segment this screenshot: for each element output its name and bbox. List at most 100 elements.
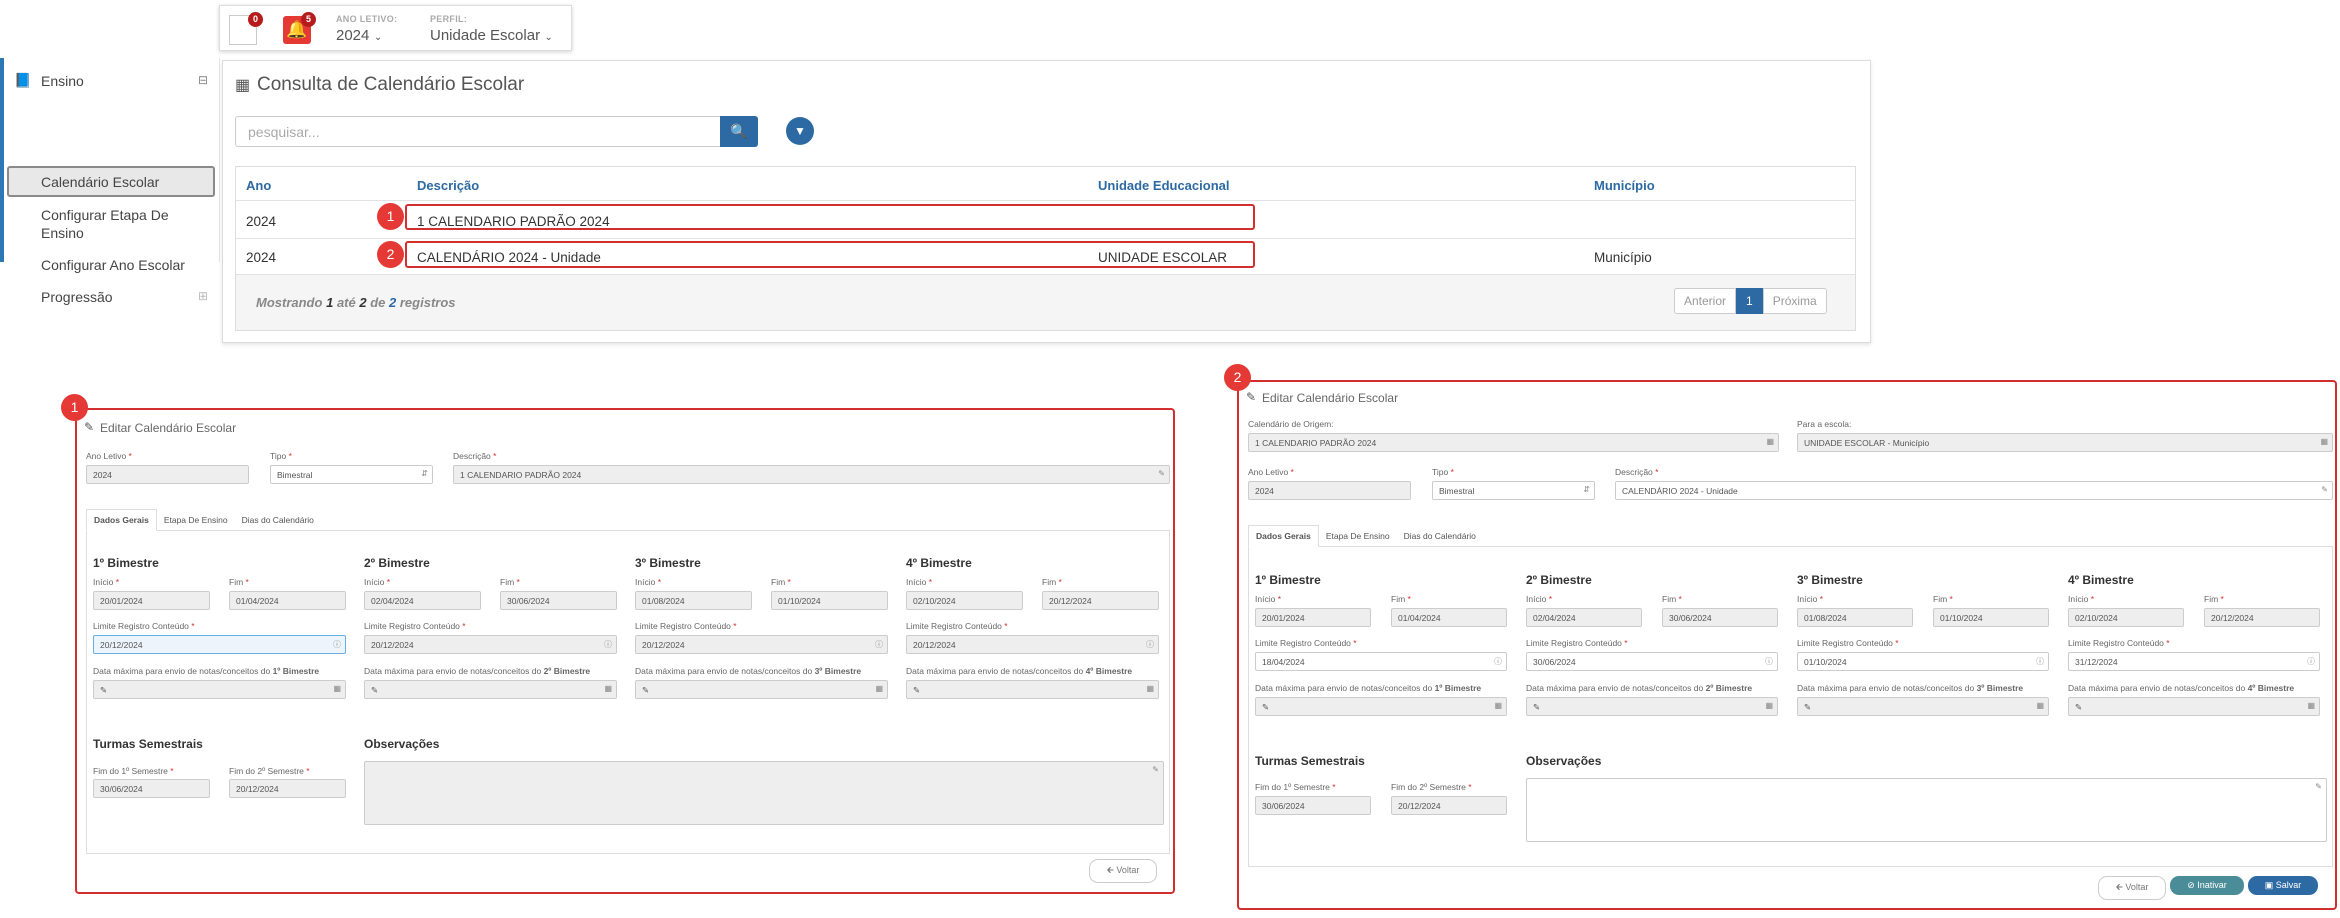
inicio-label: Início * (635, 577, 662, 587)
fim-1-semestre-input[interactable]: 30/06/2024 (1255, 796, 1371, 815)
sidebar-item-calendario-escolar[interactable]: Calendário Escolar (41, 174, 159, 190)
fim-input[interactable]: 01/04/2024 (1391, 608, 1507, 627)
data-maxima-input[interactable]: ✎ ▦ (1526, 697, 1778, 716)
limite-input[interactable]: 20/12/2024 ⓘ (906, 635, 1159, 654)
inicio-input[interactable]: 01/08/2024 (635, 591, 752, 610)
fim-input[interactable]: 20/12/2024 (2204, 608, 2320, 627)
perfil-select[interactable]: Unidade Escolar ⌄ (430, 27, 553, 45)
fim-input[interactable]: 20/12/2024 (1042, 591, 1159, 610)
voltar-button[interactable]: 🡰 Voltar (1089, 859, 1157, 883)
sidebar-item-configurar-etapa[interactable]: Configurar Etapa De Ensino (41, 206, 181, 242)
fim-1-semestre-input[interactable]: 30/06/2024 (93, 779, 210, 798)
sidebar-item-configurar-ano[interactable]: Configurar Ano Escolar (41, 257, 185, 273)
pencil-icon: ✎ (2321, 485, 2328, 494)
tipo-select[interactable]: Bimestral ⇵ (270, 465, 433, 484)
tab-dados-gerais[interactable]: Dados Gerais (86, 509, 157, 531)
inicio-input[interactable]: 20/01/2024 (1255, 608, 1371, 627)
data-maxima-input[interactable]: ✎ ▦ (906, 680, 1159, 699)
info-icon: ⓘ (1494, 657, 1502, 666)
fim-input[interactable]: 30/06/2024 (500, 591, 617, 610)
limite-input[interactable]: 31/12/2024 ⓘ (2068, 652, 2320, 671)
fim-input[interactable]: 01/10/2024 (1933, 608, 2049, 627)
fim-2-semestre-input[interactable]: 20/12/2024 (229, 779, 346, 798)
tab-etapa-de-ensino[interactable]: Etapa De Ensino (157, 510, 235, 530)
inicio-input[interactable]: 02/10/2024 (906, 591, 1023, 610)
bimestre-title: 2º Bimestre (1526, 573, 1592, 587)
calendar-icon: ▦ (604, 684, 612, 693)
observacoes-textarea[interactable]: ✎ (364, 761, 1164, 825)
data-maxima-label: Data máxima para envio de notas/conceito… (93, 666, 320, 676)
bimestre-block: 1º Bimestre Início * 20/01/2024 Fim * 01… (93, 556, 353, 726)
data-maxima-input[interactable]: ✎ ▦ (1255, 697, 1507, 716)
data-maxima-input[interactable]: ✎ ▦ (364, 680, 617, 699)
calendario-origem-input[interactable]: 1 CALENDARIO PADRÃO 2024 ▦ (1248, 433, 1779, 452)
calendario-origem-label: Calendário de Origem: (1248, 419, 1334, 429)
records-info: Mostrando 1 até 2 de 2 registros (256, 295, 456, 310)
column-header-ano[interactable]: Ano (246, 178, 271, 193)
limite-input[interactable]: 30/06/2024 ⓘ (1526, 652, 1778, 671)
pagination-prev[interactable]: Anterior (1674, 288, 1737, 314)
bimestre-block: 2º Bimestre Início * 02/04/2024 Fim * 30… (1526, 573, 1786, 743)
calendar-icon: ▦ (333, 684, 341, 693)
pagination-next[interactable]: Próxima (1762, 288, 1827, 314)
inicio-input[interactable]: 02/10/2024 (2068, 608, 2184, 627)
ano-letivo-input[interactable]: 2024 (1248, 481, 1411, 500)
bimestre-block: 3º Bimestre Início * 01/08/2024 Fim * 01… (635, 556, 895, 726)
data-maxima-input[interactable]: ✎ ▦ (635, 680, 888, 699)
escola-input[interactable]: UNIDADE ESCOLAR - Município ▦ (1797, 433, 2333, 452)
inicio-input[interactable]: 02/04/2024 (1526, 608, 1642, 627)
inicio-input[interactable]: 02/04/2024 (364, 591, 481, 610)
bimestre-title: 4º Bimestre (906, 556, 972, 570)
data-maxima-input[interactable]: ✎ ▦ (93, 680, 346, 699)
fim-input[interactable]: 30/06/2024 (1662, 608, 1778, 627)
data-maxima-input[interactable]: ✎ ▦ (2068, 697, 2320, 716)
callout-number-1: 1 (377, 203, 404, 230)
ano-letivo-input[interactable]: 2024 (86, 465, 249, 484)
tipo-select[interactable]: Bimestral ⇵ (1432, 481, 1595, 500)
tab-dados-gerais[interactable]: Dados Gerais (1248, 525, 1319, 547)
fim-2-semestre-label: Fim do 2º Semestre * (229, 766, 310, 776)
sidebar-section-ensino[interactable]: Ensino (41, 73, 84, 89)
fim-2-semestre-input[interactable]: 20/12/2024 (1391, 796, 1507, 815)
pagination-page-1[interactable]: 1 (1736, 288, 1763, 314)
descricao-input[interactable]: CALENDÁRIO 2024 - Unidade ✎ (1615, 481, 2333, 500)
tab-dias-do-calendario[interactable]: Dias do Calendário (235, 510, 321, 530)
limite-input[interactable]: 18/04/2024 ⓘ (1255, 652, 1507, 671)
inicio-input[interactable]: 01/08/2024 (1797, 608, 1913, 627)
column-header-descricao[interactable]: Descrição (417, 178, 479, 193)
observacoes-textarea[interactable]: ✎ (1526, 778, 2327, 842)
search-icon: 🔍 (730, 123, 748, 139)
edit-icon: ✎ (1533, 702, 1541, 712)
data-maxima-input[interactable]: ✎ ▦ (1797, 697, 2049, 716)
search-input[interactable]: pesquisar... (235, 116, 722, 147)
tab-dias-do-calendario[interactable]: Dias do Calendário (1397, 526, 1483, 546)
expand-icon[interactable]: ⊞ (198, 289, 208, 303)
limite-input[interactable]: 20/12/2024 ⓘ (93, 635, 346, 654)
ano-letivo-label: ANO LETIVO: (336, 14, 398, 24)
limite-input[interactable]: 01/10/2024 ⓘ (1797, 652, 2049, 671)
edit-icon: ✎ (84, 420, 95, 434)
data-maxima-label: Data máxima para envio de notas/conceito… (364, 666, 591, 676)
sidebar-accent (0, 58, 4, 262)
salvar-button[interactable]: ▣ Salvar (2248, 876, 2318, 895)
tab-etapa-de-ensino[interactable]: Etapa De Ensino (1319, 526, 1397, 546)
info-icon: ⓘ (2036, 657, 2044, 666)
fim-input[interactable]: 01/10/2024 (771, 591, 888, 610)
inativar-button[interactable]: ⊘ Inativar (2170, 876, 2244, 895)
collapse-icon[interactable]: ⊟ (198, 73, 208, 87)
callout-box-2 (405, 241, 1255, 268)
column-header-unidade[interactable]: Unidade Educacional (1098, 178, 1229, 193)
limite-label: Limite Registro Conteúdo * (93, 621, 195, 631)
fim-input[interactable]: 01/04/2024 (229, 591, 346, 610)
select-arrows-icon: ⇵ (421, 469, 428, 478)
search-button[interactable]: 🔍 (720, 116, 758, 147)
filter-button[interactable]: ▼ (786, 117, 814, 145)
limite-input[interactable]: 20/12/2024 ⓘ (635, 635, 888, 654)
column-header-municipio[interactable]: Município (1594, 178, 1655, 193)
descricao-input[interactable]: 1 CALENDARIO PADRÃO 2024 ✎ (453, 465, 1170, 484)
inicio-input[interactable]: 20/01/2024 (93, 591, 210, 610)
ano-letivo-select[interactable]: 2024 ⌄ (336, 27, 382, 45)
limite-input[interactable]: 20/12/2024 ⓘ (364, 635, 617, 654)
sidebar-item-progressao[interactable]: Progressão (41, 289, 113, 305)
voltar-button[interactable]: 🡰 Voltar (2098, 876, 2166, 900)
